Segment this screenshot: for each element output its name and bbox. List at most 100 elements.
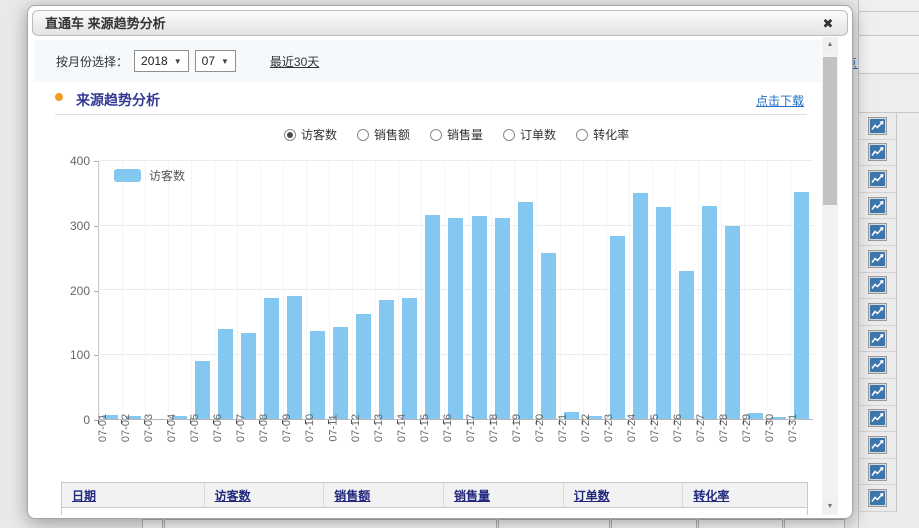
table-header-row: 日期 访客数 销售额 销售量 订单数 转化率 [61, 482, 808, 508]
table-header-cell: 转化率 [683, 483, 807, 507]
section-title: 来源趋势分析 [76, 90, 160, 110]
metric-radio-3[interactable]: 订单数 [503, 126, 556, 143]
bar-slot-07-23: 07-23 [606, 161, 629, 419]
icon-cell [859, 273, 897, 300]
icon-cell [859, 166, 897, 193]
close-icon[interactable]: ✖ [818, 14, 838, 34]
line-chart-icon[interactable] [868, 223, 887, 241]
scroll-down-icon[interactable]: ▼ [822, 499, 838, 515]
bar-slot-07-22: 07-22 [583, 161, 606, 419]
bar-07-27 [702, 206, 717, 419]
x-axis-tick-label: 07-26 [672, 414, 684, 442]
chart-icon-column [859, 113, 919, 512]
month-select[interactable]: 07 ▼ [195, 50, 236, 72]
bar-slot-07-07: 07-07 [237, 161, 260, 419]
line-chart-icon[interactable] [868, 250, 887, 268]
background-cell [164, 519, 497, 528]
metric-radio-4[interactable]: 转化率 [576, 126, 629, 143]
scrollbar-thumb[interactable] [823, 57, 837, 205]
icon-cell [859, 459, 897, 486]
sort-link-5[interactable]: 转化率 [693, 487, 729, 504]
x-axis-tick-label: 07-30 [764, 414, 776, 442]
section-header: 来源趋势分析 点击下载 [28, 90, 852, 112]
dialog-scrollbar[interactable]: ▲ ▼ [822, 37, 838, 515]
icon-cell [859, 113, 897, 140]
line-chart-icon[interactable] [868, 117, 887, 135]
x-axis-tick-label: 07-28 [718, 414, 730, 442]
bar-07-13 [379, 300, 394, 419]
x-axis-tick-label: 07-24 [626, 414, 638, 442]
dialog-titlebar[interactable]: 直通车 来源趋势分析 ✖ [32, 10, 848, 36]
line-chart-icon[interactable] [868, 330, 887, 348]
line-chart-icon[interactable] [868, 170, 887, 188]
y-axis-tick-label: 100 [28, 348, 90, 362]
bar-07-16 [448, 218, 463, 419]
year-select[interactable]: 2018 ▼ [134, 50, 189, 72]
line-chart-icon[interactable] [868, 143, 887, 161]
x-axis-tick-label: 07-21 [557, 414, 569, 442]
line-chart-icon[interactable] [868, 436, 887, 454]
table-row [859, 166, 919, 193]
sort-link-0[interactable]: 日期 [72, 487, 96, 504]
radio-icon [430, 129, 442, 141]
sort-link-2[interactable]: 销售额 [334, 487, 370, 504]
table-row [859, 273, 919, 300]
icon-cell [859, 193, 897, 220]
bar-slot-07-16: 07-16 [444, 161, 467, 419]
x-axis-tick-label: 07-13 [373, 414, 385, 442]
table-header-cell: 访客数 [205, 483, 325, 507]
line-chart-icon[interactable] [868, 303, 887, 321]
bar-slot-07-02: 07-02 [122, 161, 145, 419]
table-row [859, 219, 919, 246]
line-chart-icon[interactable] [868, 489, 887, 507]
chart-plot: 07-0107-0207-0307-0407-0507-0607-0707-08… [98, 161, 813, 420]
background-cell [859, 12, 919, 36]
scroll-up-icon[interactable]: ▲ [822, 37, 838, 53]
line-chart-icon[interactable] [868, 463, 887, 481]
chart-legend[interactable]: 访客数 [114, 167, 185, 184]
x-axis-tick-label: 07-07 [235, 414, 247, 442]
background-cell [498, 519, 610, 528]
chevron-down-icon: ▼ [221, 57, 229, 66]
bar-slot-07-29: 07-29 [744, 161, 767, 419]
icon-cell [859, 140, 897, 167]
metric-radio-1[interactable]: 销售额 [357, 126, 410, 143]
bar-slot-07-12: 07-12 [352, 161, 375, 419]
line-chart-icon[interactable] [868, 276, 887, 294]
orange-ring-icon [55, 93, 63, 101]
bar-slot-07-28: 07-28 [721, 161, 744, 419]
bar-07-24 [633, 193, 648, 419]
line-chart-icon[interactable] [868, 197, 887, 215]
bar-slot-07-17: 07-17 [468, 161, 491, 419]
table-row [859, 352, 919, 379]
recent-30-days-link[interactable]: 最近30天 [270, 53, 319, 70]
line-chart-icon[interactable] [868, 409, 887, 427]
detail-table: 日期 访客数 销售额 销售量 订单数 转化率 [61, 482, 808, 515]
sort-link-3[interactable]: 销售量 [454, 487, 490, 504]
bar-slot-07-31: 07-31 [790, 161, 813, 419]
x-axis-tick-label: 07-18 [488, 414, 500, 442]
metric-radio-0[interactable]: 访客数 [284, 126, 337, 143]
table-row [61, 508, 808, 515]
line-chart-icon[interactable] [868, 383, 887, 401]
download-link[interactable]: 点击下载 [756, 92, 804, 109]
sort-link-1[interactable]: 访客数 [215, 487, 251, 504]
table-row [859, 140, 919, 167]
bar-slot-07-10: 07-10 [306, 161, 329, 419]
bar-slot-07-11: 07-11 [329, 161, 352, 419]
x-axis-tick-label: 07-23 [603, 414, 615, 442]
bar-slot-07-21: 07-21 [560, 161, 583, 419]
background-header-cell [859, 74, 919, 113]
metric-radio-2[interactable]: 销售量 [430, 126, 483, 143]
bar-slot-07-25: 07-25 [652, 161, 675, 419]
line-chart-icon[interactable] [868, 356, 887, 374]
icon-cell [859, 352, 897, 379]
bar-07-08 [264, 298, 279, 419]
bar-07-26 [679, 271, 694, 419]
bar-slot-07-03: 07-03 [145, 161, 168, 419]
bar-07-10 [310, 331, 325, 419]
sort-link-4[interactable]: 订单数 [574, 487, 610, 504]
background-table-row [0, 519, 919, 528]
x-axis-tick-label: 07-04 [166, 414, 178, 442]
bar-07-14 [402, 298, 417, 419]
